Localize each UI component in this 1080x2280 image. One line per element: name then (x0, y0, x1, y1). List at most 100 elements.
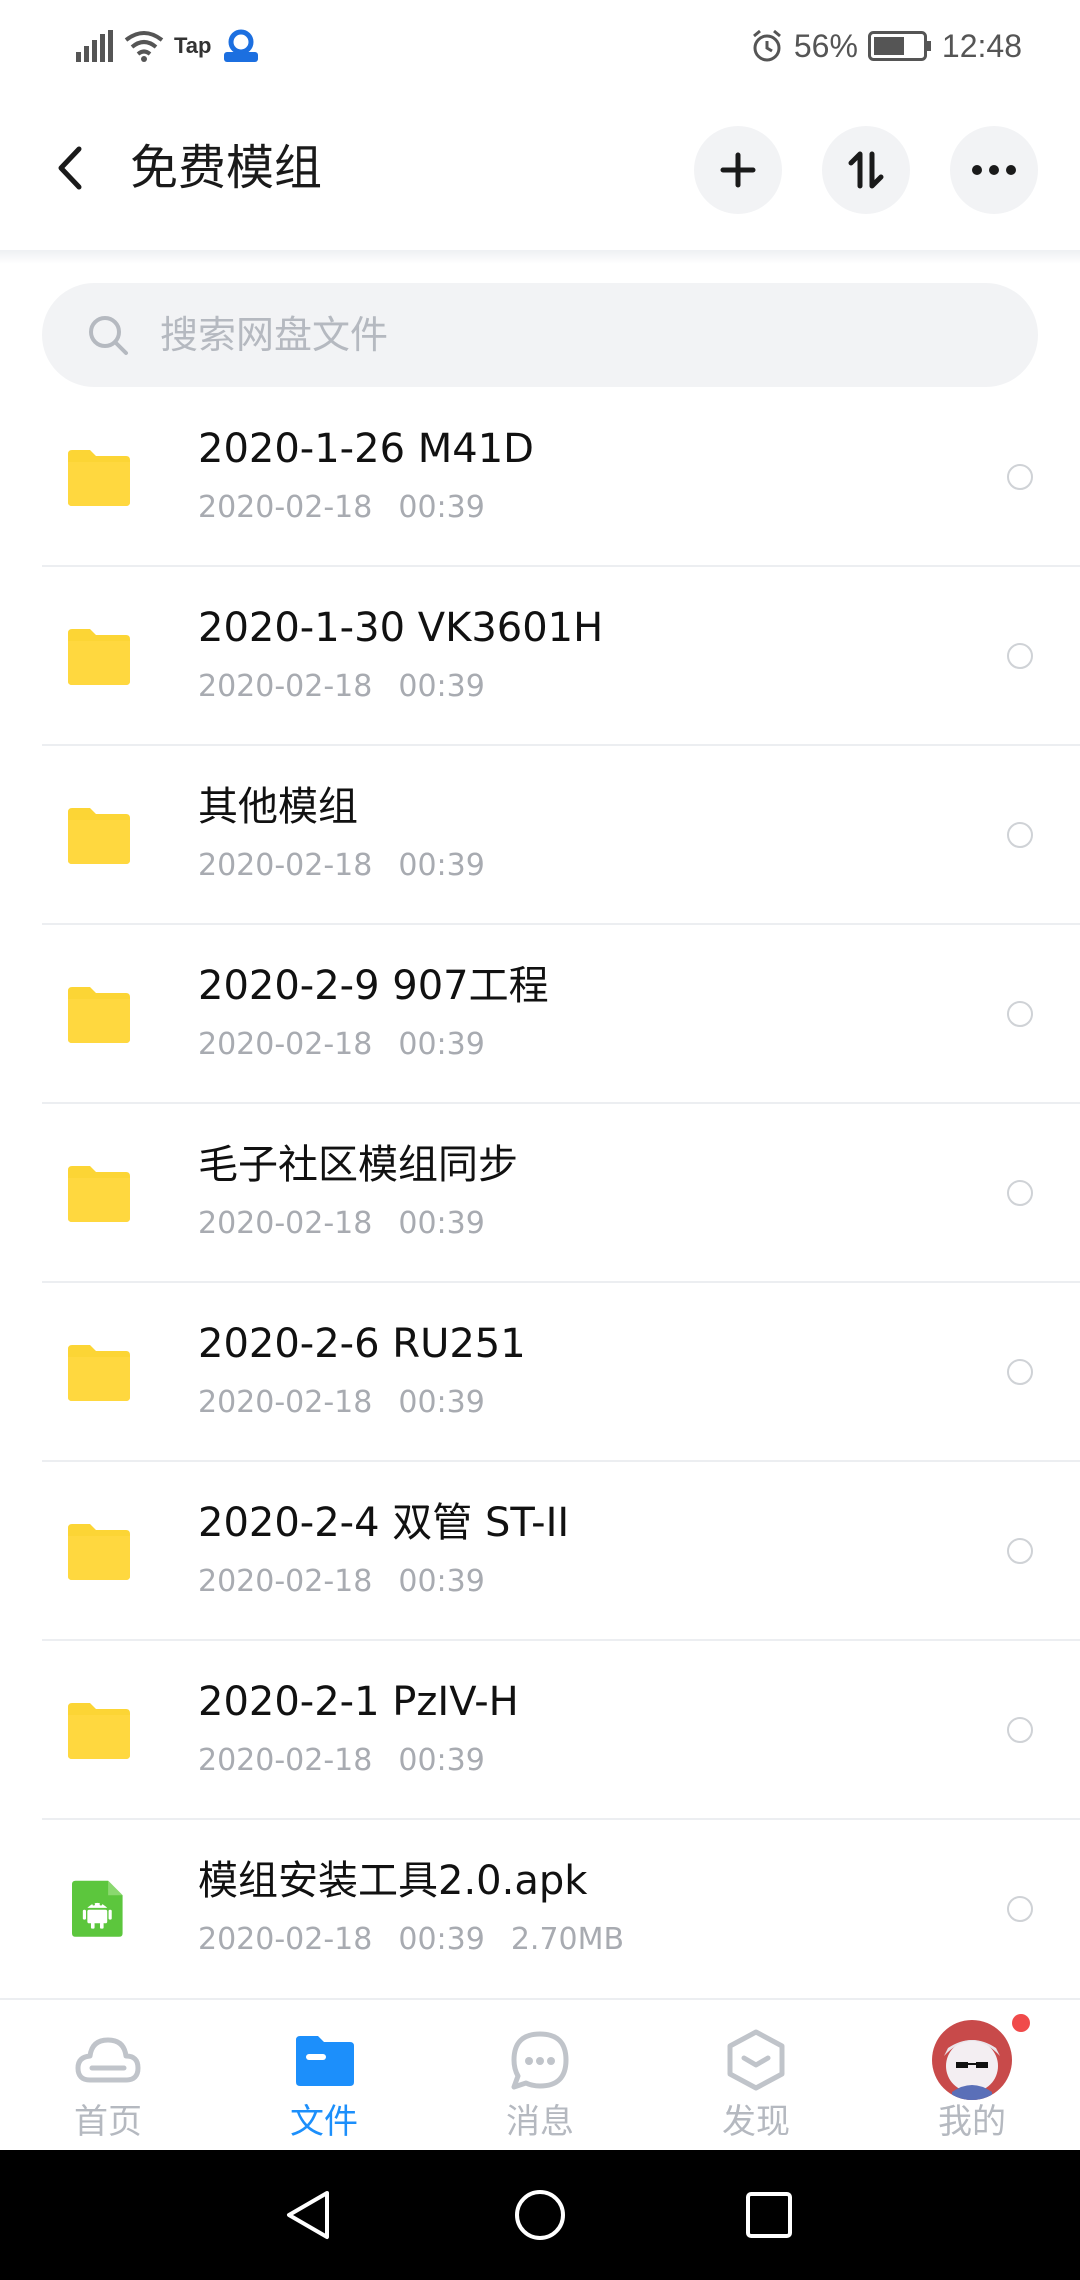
folder-icon (68, 1345, 130, 1401)
file-row[interactable]: 2020-2-6 RU251 2020-02-18 00:39 (0, 1283, 1080, 1462)
apk-file-icon (72, 1880, 123, 1937)
select-checkbox[interactable] (1007, 1896, 1033, 1922)
file-date: 2020-02-18 (198, 490, 373, 525)
carrier-label: Tap (174, 33, 212, 58)
cellular-signal-icon (76, 30, 113, 62)
select-checkbox[interactable] (1007, 1538, 1033, 1564)
file-date: 2020-02-18 (198, 1027, 373, 1062)
file-date: 2020-02-18 (198, 1743, 373, 1778)
file-time: 00:39 (398, 1922, 485, 1957)
file-row[interactable]: 2020-2-4 双管 ST-II 2020-02-18 00:39 (0, 1462, 1080, 1641)
search-bar[interactable] (42, 283, 1038, 387)
chat-bubble-icon (511, 2031, 569, 2090)
folder-icon (68, 1703, 130, 1759)
app-notification-icon (224, 29, 259, 62)
file-date: 2020-02-18 (198, 1564, 373, 1599)
folder-icon (68, 1524, 130, 1580)
more-options-button[interactable] (950, 126, 1038, 214)
battery-percentage: 56% (793, 27, 858, 64)
file-row[interactable]: 2020-2-1 PzIV-H 2020-02-18 00:39 (0, 1641, 1080, 1820)
cloud-icon (75, 2037, 141, 2083)
folder-icon (68, 629, 130, 685)
nav-recents-button[interactable] (734, 2180, 804, 2250)
file-name: 其他模组 (198, 784, 358, 830)
page-title: 免费模组 (130, 140, 323, 196)
back-button[interactable] (40, 138, 100, 198)
search-icon (89, 316, 128, 355)
tab-home[interactable]: 首页 (0, 2000, 216, 2152)
file-list: 2020-1-26 M41D 2020-02-18 00:39 2020-1-3… (0, 388, 1080, 1999)
file-time: 00:39 (398, 1206, 485, 1241)
file-meta: 2020-02-18 00:39 (198, 667, 485, 707)
file-row[interactable]: 2020-2-9 907工程 2020-02-18 00:39 (0, 925, 1080, 1104)
triangle-back-icon (287, 2191, 329, 2239)
file-meta: 2020-02-18 00:39 (198, 846, 485, 886)
user-avatar-image (932, 2020, 1012, 2100)
file-meta: 2020-02-18 00:39 (198, 1025, 485, 1065)
file-row[interactable]: 2020-1-30 VK3601H 2020-02-18 00:39 (0, 567, 1080, 746)
tab-discover[interactable]: 发现 (648, 2000, 864, 2152)
file-name: 2020-1-30 VK3601H (198, 605, 604, 651)
file-row[interactable]: 模组安装工具2.0.apk 2020-02-18 00:39 2.70MB (0, 1820, 1080, 1999)
tab-label: 首页 (74, 2102, 142, 2142)
file-meta: 2020-02-18 00:39 (198, 488, 485, 528)
circle-home-icon (515, 2190, 565, 2240)
tab-label: 我的 (938, 2102, 1006, 2142)
file-name: 模组安装工具2.0.apk (198, 1858, 588, 1904)
add-button[interactable] (694, 126, 782, 214)
select-checkbox[interactable] (1007, 643, 1033, 669)
file-size: 2.70MB (510, 1922, 625, 1957)
file-meta: 2020-02-18 00:39 2.70MB (198, 1920, 624, 1960)
folder-icon (68, 1166, 130, 1222)
file-row[interactable]: 毛子社区模组同步 2020-02-18 00:39 (0, 1104, 1080, 1283)
file-name: 2020-2-9 907工程 (198, 963, 549, 1009)
sort-arrows-icon (848, 151, 884, 189)
chevron-left-icon (58, 146, 82, 190)
search-input[interactable] (160, 283, 1000, 387)
alarm-icon (752, 29, 781, 62)
file-row[interactable]: 2020-1-26 M41D 2020-02-18 00:39 (0, 388, 1080, 567)
nav-back-button[interactable] (274, 2180, 344, 2250)
sort-button[interactable] (822, 126, 910, 214)
tab-me[interactable]: 我的 (864, 2000, 1080, 2152)
file-date: 2020-02-18 (198, 1922, 373, 1957)
file-name: 2020-2-1 PzIV-H (198, 1679, 519, 1725)
folder-icon (68, 808, 130, 864)
select-checkbox[interactable] (1007, 1180, 1033, 1206)
file-time: 00:39 (398, 848, 485, 883)
select-checkbox[interactable] (1007, 464, 1033, 490)
file-time: 00:39 (398, 1385, 485, 1420)
select-checkbox[interactable] (1007, 822, 1033, 848)
status-bar: Tap 56% 12:48 (0, 0, 1080, 92)
file-time: 00:39 (398, 490, 485, 525)
tab-files[interactable]: 文件 (216, 2000, 432, 2152)
select-checkbox[interactable] (1007, 1359, 1033, 1385)
file-name: 毛子社区模组同步 (198, 1142, 518, 1188)
file-row[interactable]: 其他模组 2020-02-18 00:39 (0, 746, 1080, 925)
clock: 12:48 (941, 27, 1022, 64)
nav-home-button[interactable] (505, 2180, 575, 2250)
folder-icon (68, 450, 130, 506)
notification-badge (1012, 2014, 1030, 2032)
folder-icon (68, 987, 130, 1043)
tab-label: 发现 (722, 2102, 790, 2142)
plus-icon (720, 152, 756, 188)
select-checkbox[interactable] (1007, 1001, 1033, 1027)
square-recents-icon (746, 2192, 792, 2238)
file-time: 00:39 (398, 669, 485, 704)
file-name: 2020-2-6 RU251 (198, 1321, 526, 1367)
file-date: 2020-02-18 (198, 1206, 373, 1241)
select-checkbox[interactable] (1007, 1717, 1033, 1743)
file-meta: 2020-02-18 00:39 (198, 1741, 485, 1781)
tab-label: 文件 (290, 2102, 358, 2142)
file-meta: 2020-02-18 00:39 (198, 1562, 485, 1602)
header-divider (0, 250, 1080, 264)
header: 免费模组 (0, 92, 1080, 252)
more-dots-icon (972, 165, 1016, 175)
file-time: 00:39 (398, 1743, 485, 1778)
tab-label: 消息 (506, 2102, 574, 2142)
avatar (932, 2020, 1012, 2100)
folder-icon (296, 2036, 354, 2086)
wifi-icon (124, 31, 164, 62)
tab-messages[interactable]: 消息 (432, 2000, 648, 2152)
